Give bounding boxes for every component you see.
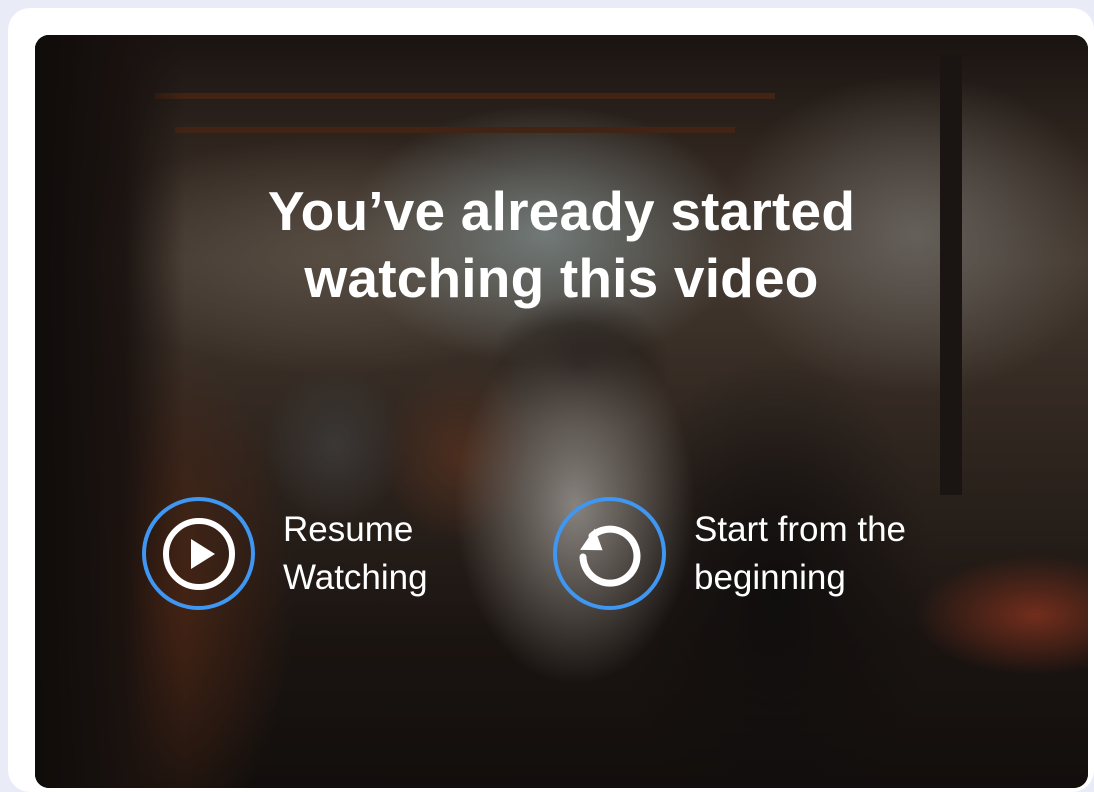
start-from-beginning-label[interactable]: Start from the beginning — [694, 506, 906, 602]
resume-label-line-2: Watching — [283, 557, 428, 597]
resume-label-line-1: Resume — [283, 509, 414, 549]
restart-label-line-1: Start from the — [694, 509, 907, 549]
video-frame: You’ve already started watching this vid… — [35, 35, 1088, 788]
start-from-beginning-button[interactable]: Start from the beginning — [553, 497, 906, 610]
restart-ring[interactable] — [553, 497, 666, 610]
resume-watching-button[interactable]: Resume Watching — [142, 497, 428, 610]
resume-dialog-card: You’ve already started watching this vid… — [8, 8, 1094, 792]
dark-overlay — [35, 35, 1088, 788]
resume-ring[interactable] — [142, 497, 255, 610]
resume-watching-label[interactable]: Resume Watching — [283, 506, 428, 602]
restart-icon — [579, 525, 640, 587]
resume-prompt-title: You’ve already started watching this vid… — [35, 178, 1088, 312]
title-line-2: watching this video — [304, 247, 819, 309]
title-line-1: You’ve already started — [267, 180, 856, 242]
play-icon — [162, 517, 235, 590]
restart-label-line-2: beginning — [694, 557, 846, 597]
